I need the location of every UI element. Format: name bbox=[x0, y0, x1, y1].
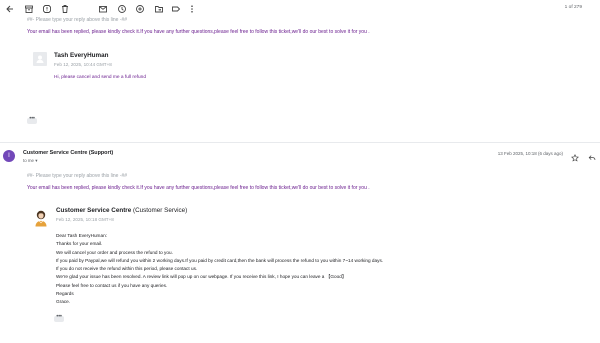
show-trimmed-content-button-2[interactable]: ••• bbox=[54, 314, 64, 322]
sender-avatar[interactable]: I bbox=[3, 150, 15, 162]
quoted-reply-marker: ##- Please type your reply above this li… bbox=[27, 17, 128, 23]
back-arrow-icon[interactable] bbox=[4, 3, 15, 14]
label-icon[interactable] bbox=[170, 3, 181, 14]
agent-role: (Customer Service) bbox=[133, 207, 188, 214]
reply-line: Thanks for your email. bbox=[56, 241, 103, 247]
agent-avatar bbox=[35, 210, 47, 227]
show-trimmed-content-button[interactable]: ••• bbox=[27, 116, 37, 124]
report-spam-icon[interactable] bbox=[41, 3, 52, 14]
reply-line: Please feel free to contact us if you ha… bbox=[56, 282, 168, 288]
quoted-notice: Your email has been replied, please kind… bbox=[27, 29, 370, 35]
reply-line: If you do not receive the refund within … bbox=[56, 266, 198, 272]
quoted-author-name: Tash EveryHuman bbox=[54, 52, 109, 59]
toolbar: 1 of 279 bbox=[0, 0, 600, 18]
more-icon[interactable] bbox=[186, 3, 197, 14]
reply-line: We will cancel your order and process th… bbox=[56, 249, 173, 255]
agent-reply-date: Feb 12, 2025, 10:18 GMT+8 bbox=[56, 217, 114, 222]
snooze-icon[interactable] bbox=[116, 3, 127, 14]
reply-line: We're glad your issue has been resolved.… bbox=[56, 274, 347, 280]
agent-name-line: Customer Service Centre (Customer Servic… bbox=[56, 207, 187, 214]
message-counter: 1 of 279 bbox=[564, 5, 582, 10]
reply-line: Dear Tash EveryHuman: bbox=[56, 233, 107, 238]
reply-line: Regards bbox=[56, 291, 74, 297]
quoted-author-avatar bbox=[33, 52, 47, 66]
message-divider bbox=[0, 142, 600, 143]
star-icon[interactable] bbox=[571, 149, 579, 162]
chevron-down-icon[interactable]: ▾ bbox=[35, 158, 37, 163]
agent-name: Customer Service Centre bbox=[56, 207, 132, 214]
mark-unread-icon[interactable] bbox=[97, 3, 108, 14]
add-task-icon[interactable] bbox=[134, 3, 145, 14]
sender-name[interactable]: Customer Service Centre (Support) bbox=[23, 150, 113, 156]
archive-icon[interactable] bbox=[23, 3, 34, 14]
move-to-icon[interactable] bbox=[153, 3, 164, 14]
reply-notice: Your email has been replied, please kind… bbox=[27, 185, 370, 191]
recipient-details[interactable]: to me ▾ bbox=[23, 158, 37, 164]
delete-icon[interactable] bbox=[59, 3, 70, 14]
quoted-body: Hi, please cancel and send me a full ref… bbox=[54, 75, 146, 80]
recipient-label: to me bbox=[23, 158, 34, 163]
reply-icon[interactable] bbox=[588, 149, 596, 161]
reply-line: If you paid by Paypal,we will refund you… bbox=[56, 257, 384, 263]
person-icon bbox=[36, 55, 44, 63]
reply-marker: ##- Please type your reply above this li… bbox=[27, 173, 128, 179]
quoted-date: Feb 12, 2025, 10:44 GMT+8 bbox=[54, 62, 112, 67]
reply-line: Grace. bbox=[56, 299, 71, 305]
agent-reply-body: Dear Tash EveryHuman: Thanks for your em… bbox=[56, 232, 383, 307]
message-date: 13 Feb 2025, 10:18 (6 days ago) bbox=[497, 151, 563, 156]
